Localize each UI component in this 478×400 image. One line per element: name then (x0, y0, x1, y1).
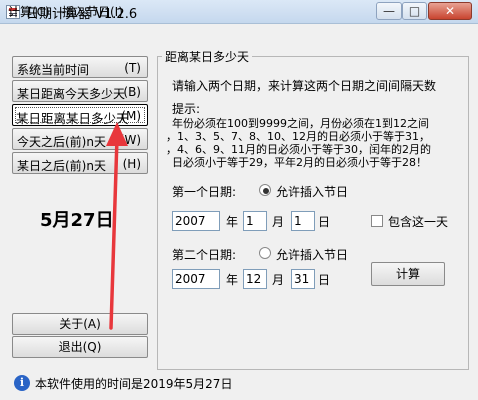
status-text: 本软件使用的时间是2019年5月27日 (35, 377, 233, 391)
annotation-arrow-icon (106, 122, 128, 330)
info-icon: i (14, 375, 30, 391)
